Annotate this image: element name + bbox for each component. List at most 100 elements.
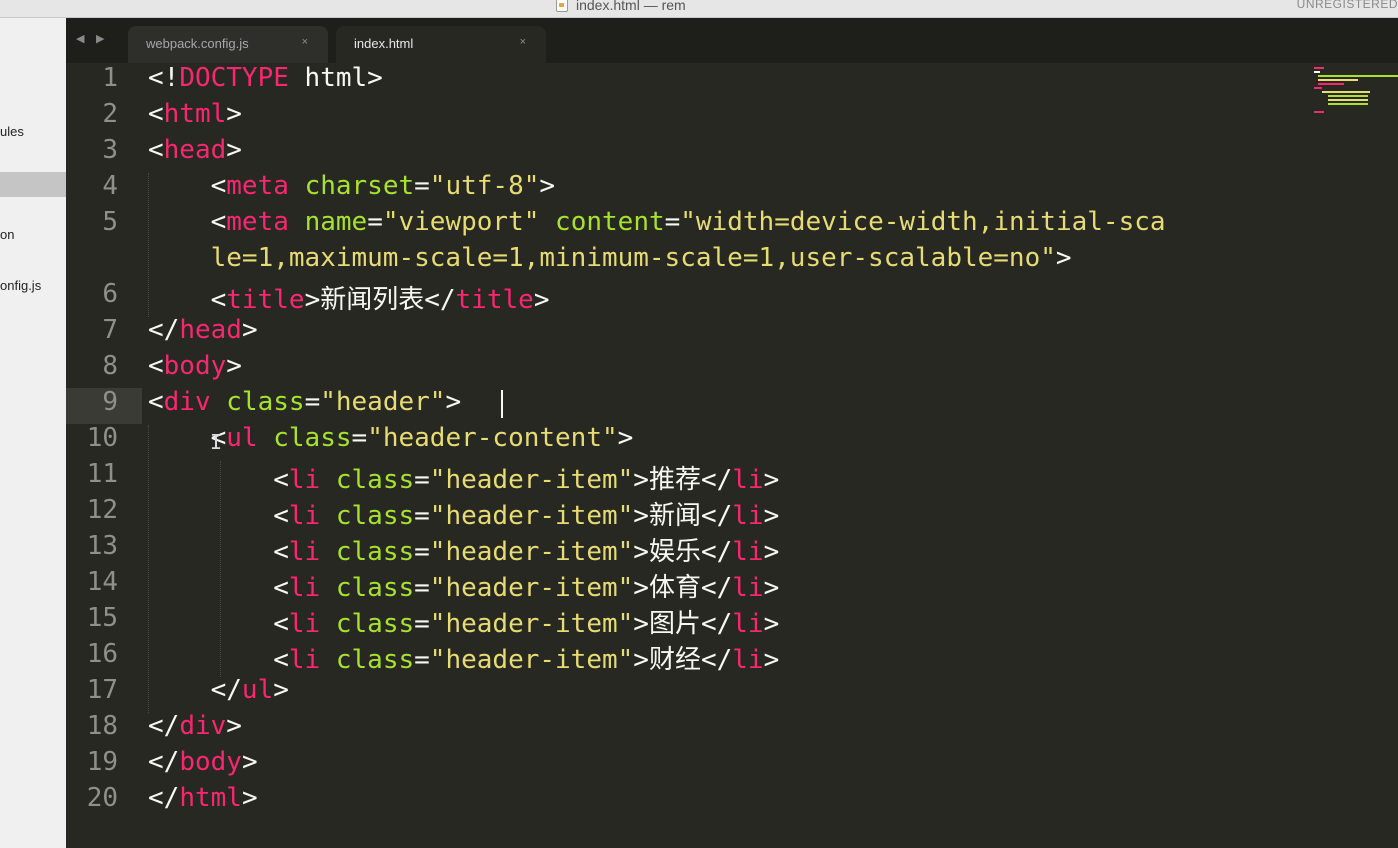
line-number: 18 (86, 711, 118, 741)
code-line[interactable]: </ul> (148, 675, 289, 705)
code-token: > (763, 609, 780, 639)
close-icon[interactable]: × (302, 36, 308, 48)
code-token: > (226, 711, 242, 741)
code-token: > (226, 99, 242, 129)
code-line[interactable]: </body> (148, 747, 258, 777)
code-line[interactable]: <li class="header-item">推荐</li> (148, 459, 779, 496)
code-token: title (455, 285, 534, 315)
code-token: li (288, 645, 321, 675)
code-token: li (288, 573, 321, 603)
tab-label: webpack.config.js (146, 36, 249, 51)
code-token: li (288, 465, 321, 495)
code-token: "header-item" (429, 573, 634, 603)
code-token: class (335, 573, 415, 603)
text-caret (501, 390, 503, 418)
code-token: > (241, 747, 258, 777)
window-title-text: index.html — rem (576, 0, 686, 13)
code-token: < (148, 207, 227, 237)
code-token: div (163, 387, 211, 417)
code-token: title (226, 285, 305, 315)
code-line[interactable]: <meta charset="utf-8"> (148, 171, 555, 201)
code-line[interactable]: <li class="header-item">新闻</li> (148, 495, 779, 532)
code-token: li (732, 609, 764, 639)
code-line[interactable]: </html> (148, 783, 258, 813)
code-token: "header-item" (429, 537, 634, 567)
code-token: >新闻列表</ (304, 285, 456, 315)
code-token: >财经</ (633, 645, 733, 675)
code-token: li (732, 573, 764, 603)
window-title: index.html — rem (556, 0, 686, 14)
code-token: class (335, 501, 415, 531)
code-token: = (414, 537, 430, 567)
line-number: 19 (86, 747, 118, 777)
document-icon (556, 0, 568, 12)
code-line[interactable]: <meta name="viewport" content="width=dev… (148, 207, 1166, 237)
code-token: > (445, 387, 462, 417)
sidebar-item-package-json[interactable]: on (0, 227, 14, 243)
code-token: > (763, 537, 780, 567)
code-editor[interactable]: 1 2 3 4 5 6 7 8 9 10 11 12 13 14 15 16 17 18 19 20 <!DOCTYP… (66, 63, 1398, 848)
line-number: 6 (102, 279, 118, 309)
code-token: "utf-8" (429, 171, 540, 201)
minimap[interactable] (1314, 63, 1398, 123)
close-icon[interactable]: × (520, 36, 526, 48)
code-line[interactable]: <div class="header"> (148, 387, 461, 417)
code-token: charset (304, 171, 415, 201)
indent-guide (148, 425, 149, 713)
code-token: > (539, 171, 556, 201)
code-token: = (414, 171, 430, 201)
window-title-bar: index.html — rem UNREGISTERED (0, 0, 1398, 18)
sidebar-item-node-modules[interactable]: ules (0, 124, 24, 140)
code-token: > (241, 315, 258, 345)
code-line[interactable]: le=1,maximum-scale=1,minimum-scale=1,use… (148, 243, 1072, 273)
code-token: = (664, 207, 681, 237)
tab-nav-arrows[interactable]: ◀ ▶ (76, 32, 108, 45)
code-token: = (414, 465, 430, 495)
code-token: "header-item" (429, 501, 634, 531)
line-number: 13 (86, 531, 118, 561)
code-token: </ (148, 675, 242, 705)
code-token: = (414, 573, 430, 603)
code-token: </ (148, 783, 180, 813)
code-line[interactable]: <head> (148, 135, 242, 165)
tab-webpack-config[interactable]: webpack.config.js × (128, 26, 328, 63)
code-line[interactable]: <li class="header-item">娱乐</li> (148, 531, 779, 568)
line-number: 4 (102, 171, 118, 201)
code-token: = (414, 609, 430, 639)
code-line[interactable]: <li class="header-item">图片</li> (148, 603, 779, 640)
line-number: 2 (102, 99, 118, 129)
code-token: class (335, 537, 415, 567)
code-token: < (148, 645, 289, 675)
code-token: < (148, 537, 289, 567)
code-token: li (732, 501, 764, 531)
code-line[interactable]: <li class="header-item">体育</li> (148, 567, 779, 604)
code-token: html (163, 99, 227, 129)
code-line[interactable]: <html> (148, 99, 242, 129)
code-token: > (763, 465, 780, 495)
line-number: 20 (86, 783, 118, 813)
code-token: li (288, 609, 321, 639)
code-token: > (273, 675, 289, 705)
code-line[interactable]: <!DOCTYPE html> (148, 63, 383, 93)
sidebar-selected-row[interactable] (0, 172, 66, 197)
sidebar-item-webpack-config[interactable]: onfig.js (0, 278, 41, 294)
code-line[interactable]: <li class="header-item">财经</li> (148, 639, 779, 676)
code-token: < (148, 135, 164, 165)
code-line[interactable]: <body> (148, 351, 242, 381)
code-token: li (732, 645, 764, 675)
code-line[interactable]: <title>新闻列表</title> (148, 279, 550, 316)
line-number: 17 (86, 675, 118, 705)
code-token: class (335, 645, 415, 675)
sidebar: ules on onfig.js (0, 18, 67, 848)
code-token: >体育</ (633, 573, 733, 603)
code-token: > (617, 423, 634, 453)
tab-index-html[interactable]: index.html × (336, 26, 546, 63)
code-line[interactable]: </div> (148, 711, 242, 741)
code-token: html> (288, 63, 383, 93)
code-line[interactable]: </head> (148, 315, 258, 345)
code-token: name (304, 207, 368, 237)
